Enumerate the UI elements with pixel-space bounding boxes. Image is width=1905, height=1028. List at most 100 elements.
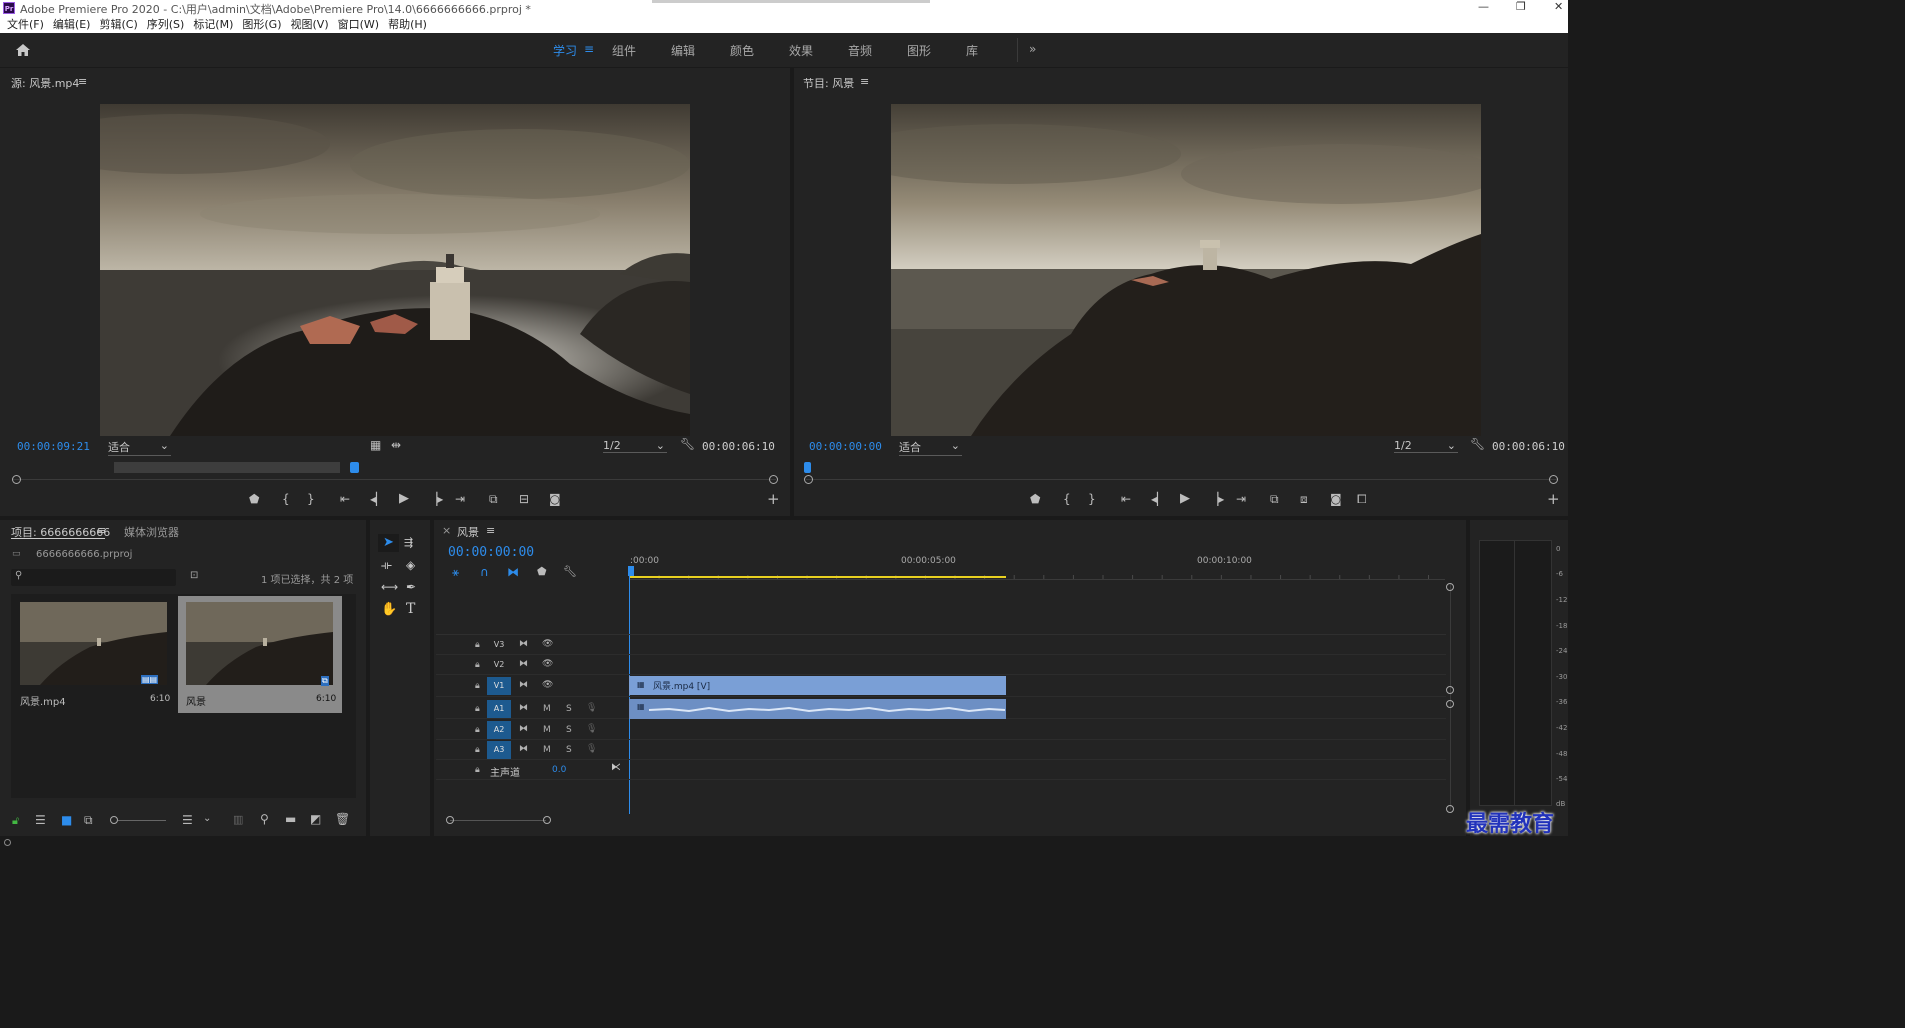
mute-a3-button[interactable]: M bbox=[543, 745, 551, 755]
panel-menu-icon[interactable]: ≡ bbox=[78, 75, 87, 88]
program-fit-dropdown[interactable]: 适合 ⌄ bbox=[899, 439, 962, 456]
timeline-ruler[interactable] bbox=[629, 570, 1445, 580]
go-to-out-icon[interactable]: ⧔ bbox=[611, 762, 621, 773]
horizontal-scrollbar[interactable] bbox=[450, 820, 546, 821]
source-resolution-dropdown[interactable]: 1/2 ⌄ bbox=[603, 439, 667, 453]
drag-video-icon[interactable]: ▦ bbox=[370, 438, 381, 452]
step-forward-icon[interactable]: ▕▸ bbox=[428, 492, 443, 506]
workspace-assembly[interactable]: 组件 bbox=[612, 42, 636, 59]
button-editor-icon[interactable]: + bbox=[767, 490, 780, 508]
project-item-clip[interactable]: ▤▤ 风景.mp4 6:10 bbox=[14, 598, 174, 712]
track-select-tool-icon[interactable]: ⇶ bbox=[404, 536, 413, 549]
home-icon[interactable] bbox=[15, 43, 31, 57]
zoom-slider-handle[interactable] bbox=[110, 816, 118, 824]
scroll-handle[interactable] bbox=[1446, 700, 1454, 708]
close-icon[interactable]: × bbox=[442, 524, 451, 537]
wrench-icon[interactable]: 🔧︎ bbox=[680, 437, 695, 451]
track-label-v2[interactable]: V2 bbox=[487, 656, 511, 674]
track-master[interactable] bbox=[436, 760, 1446, 780]
icon-view-icon[interactable]: ■ bbox=[61, 813, 72, 827]
mute-a1-button[interactable]: M bbox=[543, 704, 551, 714]
source-in-out-range[interactable] bbox=[114, 462, 340, 473]
source-playhead-timecode[interactable]: 00:00:09:21 bbox=[17, 440, 90, 453]
export-frame-icon[interactable]: ◙ bbox=[549, 492, 561, 506]
menu-clip[interactable]: 剪辑(C) bbox=[99, 16, 137, 33]
step-forward-icon[interactable]: ▕▸ bbox=[1209, 492, 1224, 506]
nest-icon[interactable]: ⚹ bbox=[452, 565, 459, 580]
sort-icons-icon[interactable]: ☰ bbox=[182, 813, 193, 827]
new-bin-icon[interactable]: ▬ bbox=[285, 812, 296, 826]
mark-in-icon[interactable]: { bbox=[1063, 492, 1071, 506]
solo-a3-button[interactable]: S bbox=[566, 745, 572, 755]
mark-out-icon[interactable]: } bbox=[1088, 492, 1096, 506]
scroll-handle[interactable] bbox=[1446, 583, 1454, 591]
source-monitor-title[interactable]: 源: 风景.mp4 bbox=[11, 75, 79, 91]
freeform-view-icon[interactable]: ⧉ bbox=[84, 813, 93, 828]
lock-icon[interactable]: 🔒︎ bbox=[475, 681, 480, 691]
track-label-a3[interactable]: A3 bbox=[487, 741, 511, 759]
new-search-bin-icon[interactable]: ⊡ bbox=[190, 570, 198, 581]
scroll-handle[interactable] bbox=[1446, 805, 1454, 813]
slip-tool-icon[interactable]: ⟷ bbox=[381, 580, 398, 594]
timeline-tab[interactable]: 风景 bbox=[457, 524, 479, 540]
list-view-icon[interactable]: ☰ bbox=[35, 813, 46, 827]
menu-window[interactable]: 窗口(W) bbox=[338, 16, 379, 33]
panel-menu-icon[interactable]: ≡ bbox=[486, 524, 495, 537]
mute-a2-button[interactable]: M bbox=[543, 725, 551, 735]
drag-audio-icon[interactable]: ⇹ bbox=[391, 438, 401, 452]
lock-icon[interactable]: 🔒︎ bbox=[475, 660, 480, 670]
source-fit-dropdown[interactable]: 适合 ⌄ bbox=[108, 439, 171, 456]
find-icon[interactable]: ⚲ bbox=[260, 812, 269, 826]
wrench-icon[interactable]: 🔧︎ bbox=[1470, 437, 1485, 451]
workspace-effects[interactable]: 效果 bbox=[789, 42, 813, 59]
workspace-color[interactable]: 颜色 bbox=[730, 42, 754, 59]
lock-icon[interactable]: 🔓︎ bbox=[12, 814, 19, 828]
chevron-down-icon[interactable]: ⌄ bbox=[203, 813, 211, 824]
menu-file[interactable]: 文件(F) bbox=[7, 16, 44, 33]
menu-view[interactable]: 视图(V) bbox=[291, 16, 329, 33]
source-time-ruler[interactable] bbox=[12, 462, 776, 474]
lock-icon[interactable]: 🔒︎ bbox=[475, 745, 480, 755]
go-to-out-icon[interactable]: ⇥ bbox=[1236, 492, 1246, 506]
workspace-menu-icon[interactable]: ≡ bbox=[584, 42, 594, 56]
workspace-graphics[interactable]: 图形 bbox=[907, 42, 931, 59]
project-item-sequence[interactable]: ⧉ 风景 6:10 bbox=[178, 596, 342, 713]
panel-menu-icon[interactable]: ≡ bbox=[860, 75, 869, 88]
program-playhead-timecode[interactable]: 00:00:00:00 bbox=[809, 440, 882, 453]
selection-tool-icon[interactable]: ➤ bbox=[383, 535, 394, 550]
type-tool-icon[interactable]: T bbox=[406, 601, 415, 617]
program-playhead[interactable] bbox=[804, 462, 811, 473]
add-marker-icon[interactable]: ⬟ bbox=[537, 565, 547, 578]
microphone-icon[interactable]: 🎙︎ bbox=[586, 724, 597, 734]
lock-icon[interactable]: 🔒︎ bbox=[475, 765, 480, 775]
program-zoom-bar[interactable] bbox=[806, 479, 1558, 480]
lift-icon[interactable]: ⧉ bbox=[1270, 492, 1279, 507]
zoom-slider[interactable] bbox=[118, 820, 166, 821]
program-resolution-dropdown[interactable]: 1/2 ⌄ bbox=[1394, 439, 1458, 453]
workspace-editing[interactable]: 编辑 bbox=[671, 42, 695, 59]
mark-in-icon[interactable]: { bbox=[282, 492, 290, 506]
workspace-audio[interactable]: 音频 bbox=[848, 42, 872, 59]
timeline-timecode[interactable]: 00:00:00:00 bbox=[448, 545, 534, 560]
menu-help[interactable]: 帮助(H) bbox=[388, 16, 427, 33]
track-label-a1[interactable]: A1 bbox=[487, 700, 511, 718]
workspace-learning[interactable]: 学习 bbox=[553, 42, 577, 59]
timeline-playhead-handle[interactable] bbox=[628, 566, 634, 576]
sync-lock-icon[interactable]: ⧓ bbox=[519, 744, 528, 754]
overwrite-icon[interactable]: ⊟ bbox=[519, 492, 529, 506]
microphone-icon[interactable]: 🎙︎ bbox=[586, 744, 597, 754]
extract-icon[interactable]: ⧈ bbox=[1300, 492, 1308, 507]
source-zoom-bar[interactable] bbox=[12, 479, 776, 480]
track-v2[interactable] bbox=[436, 655, 1446, 675]
sync-lock-icon[interactable]: ⧓ bbox=[519, 659, 528, 669]
step-back-icon[interactable]: ◂▏ bbox=[370, 492, 385, 506]
add-marker-icon[interactable]: ⬟ bbox=[249, 492, 259, 506]
panel-menu-icon[interactable]: ≡ bbox=[97, 524, 106, 537]
hand-tool-icon[interactable]: ✋ bbox=[381, 602, 397, 617]
sync-lock-icon[interactable]: ⧓ bbox=[519, 639, 528, 649]
workspace-libraries[interactable]: 库 bbox=[966, 42, 978, 59]
solo-a2-button[interactable]: S bbox=[566, 725, 572, 735]
razor-tool-icon[interactable]: ◈ bbox=[406, 558, 415, 572]
insert-icon[interactable]: ⧉ bbox=[489, 492, 498, 507]
track-label-v3[interactable]: V3 bbox=[487, 636, 511, 654]
